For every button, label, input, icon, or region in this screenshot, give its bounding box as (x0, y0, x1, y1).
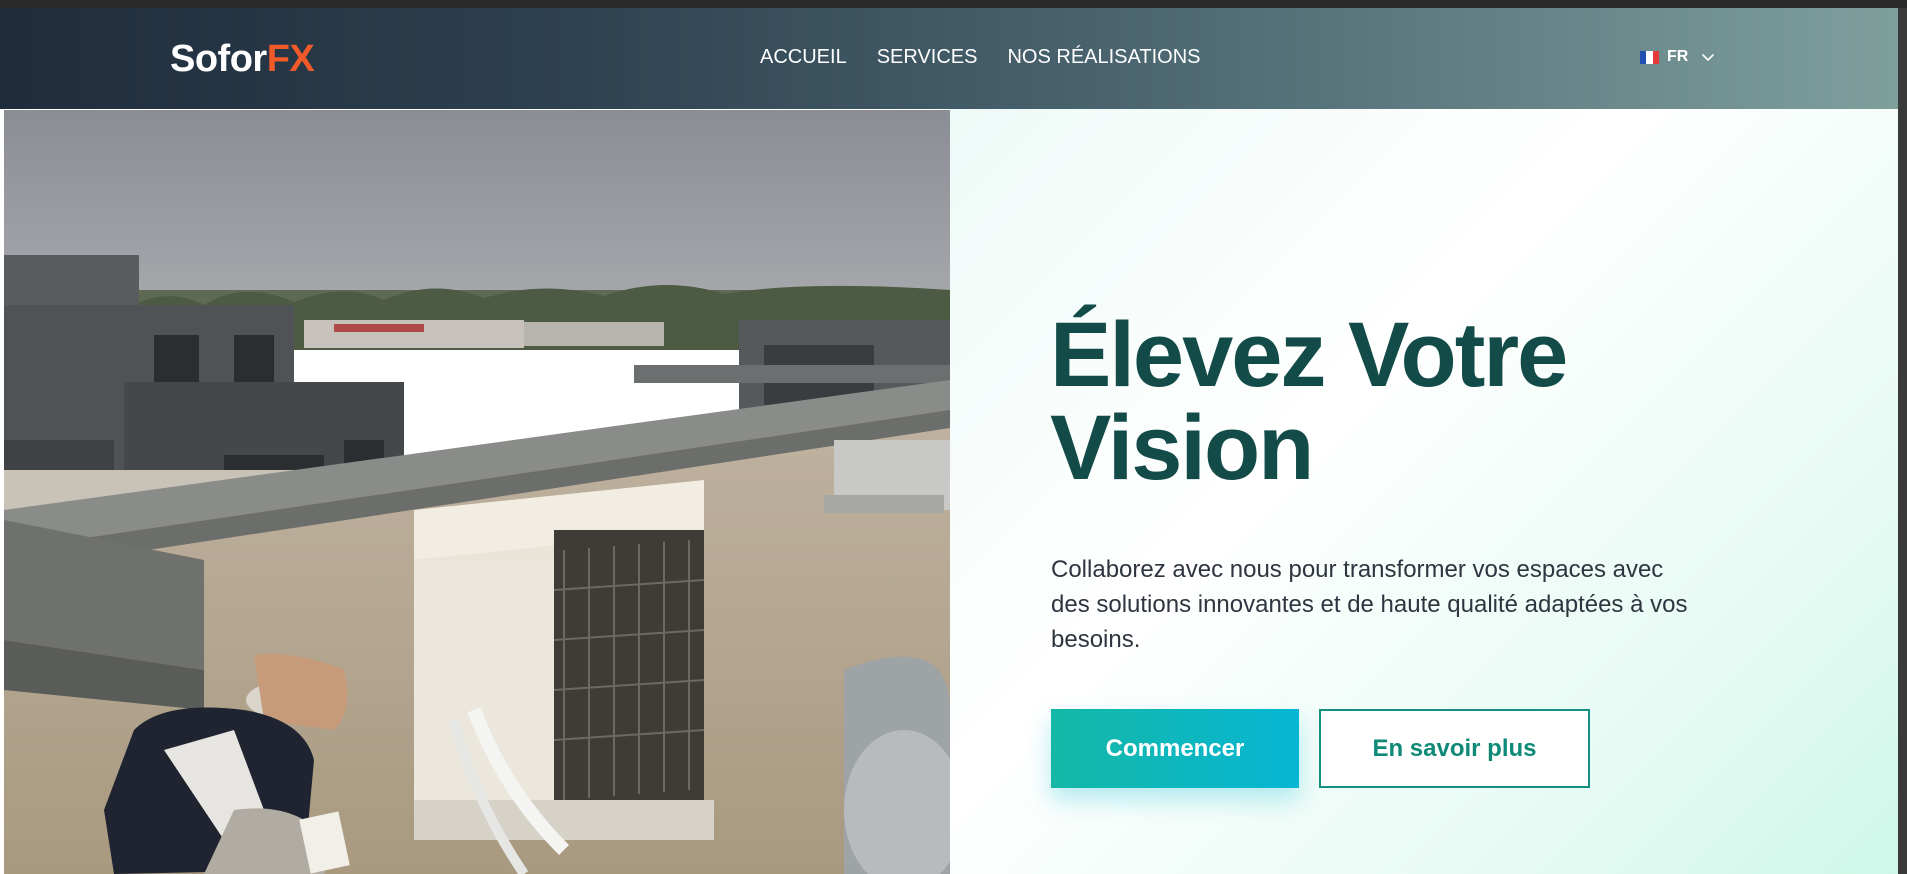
hero-headline-line1: Élevez Votre (1050, 304, 1568, 406)
page-scrollbar[interactable] (1898, 8, 1907, 874)
hero-description: Collaborez avec nous pour transformer vo… (1051, 556, 1688, 653)
hero-headline: Élevez Votre Vision (1050, 304, 1568, 499)
technician-rooftop-hvac-photo (4, 110, 950, 874)
language-label: FR (1667, 48, 1689, 65)
site-logo[interactable]: SoforFX (170, 38, 315, 81)
language-selector[interactable]: FR (1640, 48, 1716, 66)
site-header: SoforFX ACCUEIL SERVICES NOS RÉALISATION… (0, 8, 1898, 109)
nav-link-nos-realisations[interactable]: NOS RÉALISATIONS (1007, 46, 1200, 69)
nav-link-accueil[interactable]: ACCUEIL (760, 46, 847, 69)
hero-headline-line2: Vision (1050, 397, 1314, 499)
commencer-button[interactable]: Commencer (1051, 709, 1299, 788)
browser-top-strip (0, 0, 1907, 8)
chevron-down-icon (1702, 54, 1715, 61)
logo-text-sofor: Sofor (170, 38, 267, 80)
main-nav: ACCUEIL SERVICES NOS RÉALISATIONS (760, 46, 1201, 69)
france-flag-icon (1640, 50, 1659, 64)
hero-content: Élevez Votre Vision Collaborez avec nous… (950, 109, 1898, 874)
logo-text-fx: FX (266, 38, 315, 80)
en-savoir-plus-button[interactable]: En savoir plus (1319, 709, 1590, 788)
hero-photo (4, 110, 950, 874)
page-viewport: SoforFX ACCUEIL SERVICES NOS RÉALISATION… (0, 8, 1898, 874)
nav-link-services[interactable]: SERVICES (877, 46, 978, 69)
